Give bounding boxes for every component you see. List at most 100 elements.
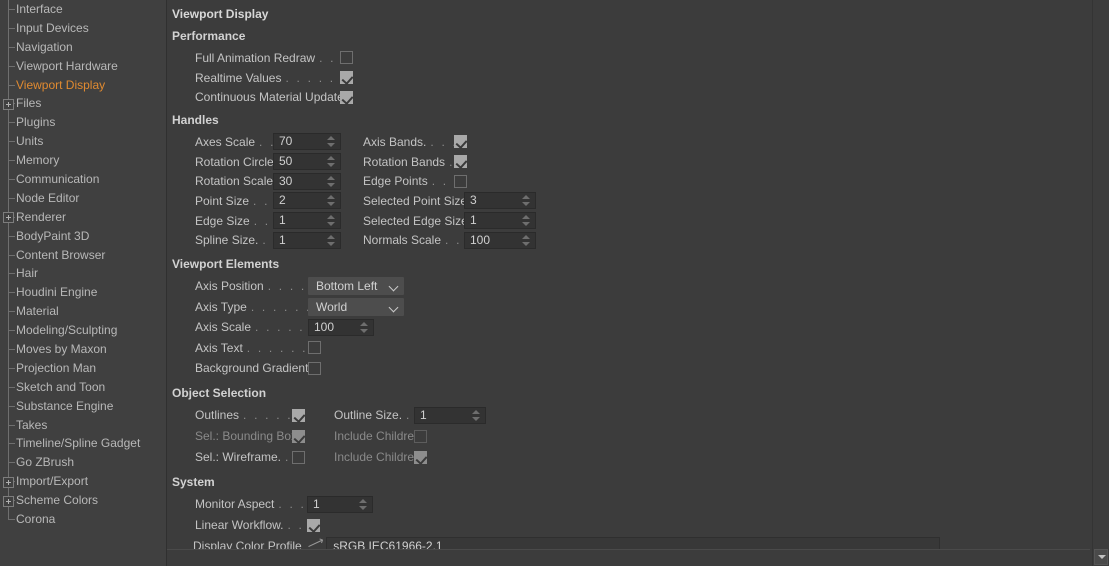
sidebar-item-timeline-spline-gadget[interactable]: Timeline/Spline Gadget	[0, 434, 166, 454]
spinner-arrows-icon[interactable]	[324, 213, 338, 228]
sidebar-item-hair[interactable]: Hair	[0, 264, 166, 284]
expand-plus-icon[interactable]	[3, 212, 14, 224]
sidebar-item-go-zbrush[interactable]: Go ZBrush	[0, 453, 166, 473]
sidebar-item-units[interactable]: Units	[0, 132, 166, 152]
checkbox-include-children-1[interactable]	[414, 429, 427, 443]
object-selection-group-header: Object Selection	[172, 385, 267, 400]
expand-plus-icon[interactable]	[2, 472, 16, 492]
field-normals-scale[interactable]: 100	[464, 231, 536, 249]
row-axis-type: Axis Type . . . . . . . World	[172, 297, 1092, 318]
tree-branch-icon	[2, 264, 16, 284]
field-point-size[interactable]: 2	[273, 192, 341, 210]
checkbox-axis-bands[interactable]	[454, 135, 467, 149]
spinner-arrows-icon[interactable]	[324, 233, 338, 248]
dropdown-axis-position[interactable]: Bottom Left	[308, 277, 404, 296]
expand-plus-icon[interactable]	[3, 495, 14, 507]
sidebar-item-input-devices[interactable]: Input Devices	[0, 18, 166, 38]
field-edge-size[interactable]: 1	[273, 212, 341, 230]
checkbox-include-children-2[interactable]	[414, 450, 427, 464]
viewport-display-settings: Viewport Display Performance Full Animat…	[167, 0, 1092, 566]
row-background-gradient: Background Gradient	[172, 358, 1092, 379]
preferences-category-tree[interactable]: Interface Input Devices Navigation Viewport…	[0, 0, 167, 566]
sidebar-item-navigation[interactable]: Navigation	[0, 37, 166, 57]
checkbox-linear-workflow[interactable]	[307, 518, 320, 532]
expand-plus-icon[interactable]	[2, 207, 16, 227]
sidebar-item-files[interactable]: Files	[0, 94, 166, 114]
checkbox-continuous-material-update[interactable]	[340, 90, 353, 104]
spinner-arrows-icon[interactable]	[469, 408, 483, 423]
field-outline-size[interactable]: 1	[414, 406, 486, 424]
sidebar-item-bodypaint-3d[interactable]: BodyPaint 3D	[0, 226, 166, 246]
row-rotation-scale: Rotation Scale 30 Edge Points . . . . .	[172, 171, 1092, 191]
row-axis-text: Axis Text . . . . . . . .	[172, 338, 1092, 359]
checkbox-sel-bounding-box[interactable]	[292, 429, 305, 443]
sidebar-item-import-export[interactable]: Import/Export	[0, 472, 166, 492]
field-selected-point-size[interactable]: 3	[464, 192, 536, 210]
checkbox-sel-wireframe[interactable]	[292, 450, 305, 464]
expand-plus-icon[interactable]	[2, 94, 16, 114]
expand-plus-icon[interactable]	[2, 491, 16, 510]
spinner-arrows-icon[interactable]	[519, 213, 533, 228]
checkbox-realtime-values[interactable]	[340, 71, 353, 85]
sidebar-item-takes[interactable]: Takes	[0, 415, 166, 435]
sidebar-item-houdini-engine[interactable]: Houdini Engine	[0, 283, 166, 303]
field-spline-size[interactable]: 1	[273, 231, 341, 249]
scroll-down-arrow-icon[interactable]	[1094, 549, 1108, 565]
sidebar-item-moves-by-maxon[interactable]: Moves by Maxon	[0, 340, 166, 359]
sidebar-item-plugins[interactable]: Plugins	[0, 113, 166, 133]
sidebar-item-corona[interactable]: Corona	[0, 510, 166, 529]
sidebar-item-label: Import/Export	[16, 474, 89, 489]
row-realtime-values: Realtime Values . . . . . . . .	[172, 68, 1092, 88]
dropdown-axis-type[interactable]: World	[308, 297, 404, 316]
spinner-arrows-icon[interactable]	[324, 134, 338, 149]
sidebar-item-label: Node Editor	[16, 190, 80, 205]
field-axes-scale[interactable]: 70	[273, 133, 341, 151]
sidebar-item-communication[interactable]: Communication	[0, 170, 166, 189]
field-monitor-aspect[interactable]: 1	[307, 495, 373, 513]
vertical-scrollbar[interactable]	[1092, 0, 1109, 566]
sidebar-item-label: Viewport Display	[16, 77, 106, 92]
sidebar-item-substance-engine[interactable]: Substance Engine	[0, 396, 166, 416]
tree-branch-icon	[2, 226, 16, 246]
spinner-arrows-icon[interactable]	[357, 320, 371, 335]
spinner-arrows-icon[interactable]	[324, 154, 338, 169]
tree-branch-icon	[2, 245, 16, 265]
sidebar-item-viewport-hardware[interactable]: Viewport Hardware	[0, 56, 166, 76]
spinner-arrows-icon[interactable]	[519, 193, 533, 208]
sidebar-item-viewport-display[interactable]: Viewport Display	[0, 75, 166, 95]
row-rotation-circle: Rotation Circle 50 Rotation Bands . .	[172, 152, 1092, 172]
spinner-arrows-icon[interactable]	[324, 193, 338, 208]
field-axis-scale[interactable]: 100	[308, 318, 374, 336]
field-rotation-scale[interactable]: 30	[273, 172, 341, 190]
field-selected-edge-size[interactable]: 1	[464, 212, 536, 230]
checkbox-rotation-bands[interactable]	[454, 155, 467, 169]
label-background-gradient: Background Gradient	[195, 361, 308, 376]
spinner-arrows-icon[interactable]	[356, 497, 370, 512]
spinner-arrows-icon[interactable]	[324, 174, 338, 189]
sidebar-item-projection-man[interactable]: Projection Man	[0, 358, 166, 378]
checkbox-edge-points[interactable]	[454, 174, 467, 188]
checkbox-background-gradient[interactable]	[308, 361, 321, 375]
row-axis-scale: Axis Scale . . . . . . . 100	[172, 317, 1092, 338]
sidebar-item-interface[interactable]: Interface	[0, 0, 166, 19]
sidebar-item-sketch-and-toon[interactable]: Sketch and Toon	[0, 377, 166, 397]
sidebar-item-renderer[interactable]: Renderer	[0, 207, 166, 227]
expand-plus-icon[interactable]	[3, 476, 14, 488]
sidebar-item-label: Viewport Hardware	[16, 58, 118, 73]
checkbox-outlines[interactable]	[292, 408, 305, 422]
sidebar-item-memory[interactable]: Memory	[0, 151, 166, 170]
sidebar-item-scheme-colors[interactable]: Scheme Colors	[0, 491, 166, 510]
spinner-arrows-icon[interactable]	[519, 233, 533, 248]
tree-branch-icon	[2, 0, 16, 19]
sidebar-item-modeling-sculpting[interactable]: Modeling/Sculpting	[0, 321, 166, 340]
row-axis-position: Axis Position . . . . . Bottom Left	[172, 276, 1092, 297]
checkbox-full-animation-redraw[interactable]	[340, 51, 353, 65]
expand-plus-icon[interactable]	[3, 98, 14, 110]
scrollbar-track[interactable]	[1093, 0, 1109, 549]
system-group-header: System	[172, 474, 215, 489]
checkbox-axis-text[interactable]	[308, 341, 321, 355]
field-rotation-circle[interactable]: 50	[273, 153, 341, 171]
sidebar-item-node-editor[interactable]: Node Editor	[0, 188, 166, 208]
sidebar-item-content-browser[interactable]: Content Browser	[0, 245, 166, 265]
sidebar-item-material[interactable]: Material	[0, 302, 166, 322]
